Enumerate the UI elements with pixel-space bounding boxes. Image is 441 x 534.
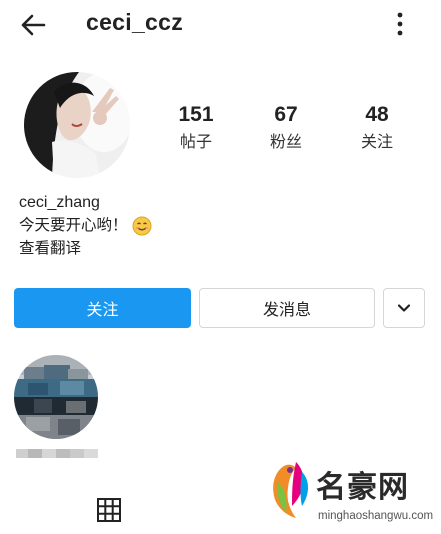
stat-following[interactable]: 48 关注: [337, 102, 417, 154]
suggestions-dropdown-button[interactable]: [383, 288, 425, 328]
bio-name: ceci_zhang: [19, 194, 100, 211]
posts-count: 151: [178, 103, 214, 126]
message-button[interactable]: 发消息: [199, 288, 375, 328]
stat-followers[interactable]: 67 粉丝: [246, 102, 326, 154]
followers-label: 粉丝: [269, 132, 302, 151]
top-bar: ceci_ccz: [0, 0, 441, 50]
watermark-logo: [273, 462, 308, 518]
avatar[interactable]: [24, 72, 130, 178]
chevron-down-icon: [397, 304, 411, 312]
bio-text: 今天要开心哟！: [19, 216, 128, 234]
page-title: ceci_ccz: [86, 9, 184, 35]
follow-button[interactable]: 关注: [14, 288, 191, 328]
see-translation-link[interactable]: 查看翻译: [19, 237, 152, 260]
story-highlight-label: [16, 449, 98, 458]
avatar-photo: [24, 72, 130, 178]
story-highlight-cover: [14, 355, 98, 439]
following-label: 关注: [360, 132, 393, 151]
bio-text-row: 今天要开心哟！: [19, 214, 152, 237]
arrow-left-icon[interactable]: [18, 10, 48, 40]
vertical-dots-icon[interactable]: [390, 10, 410, 38]
grid-icon[interactable]: [96, 497, 122, 523]
stat-posts[interactable]: 151 帖子: [156, 102, 236, 154]
followers-count: 67: [274, 103, 298, 126]
smiling-face-icon: [132, 216, 152, 235]
story-highlight[interactable]: [14, 355, 98, 439]
bio: ceci_zhang 今天要开心哟！ 查看翻译: [19, 192, 152, 260]
following-count: 48: [365, 103, 389, 126]
watermark: 名豪网 minghaoshangwu.com: [262, 456, 437, 532]
posts-label: 帖子: [179, 132, 212, 151]
watermark-url: minghaoshangwu.com: [318, 510, 434, 522]
watermark-brand: 名豪网: [316, 470, 409, 505]
